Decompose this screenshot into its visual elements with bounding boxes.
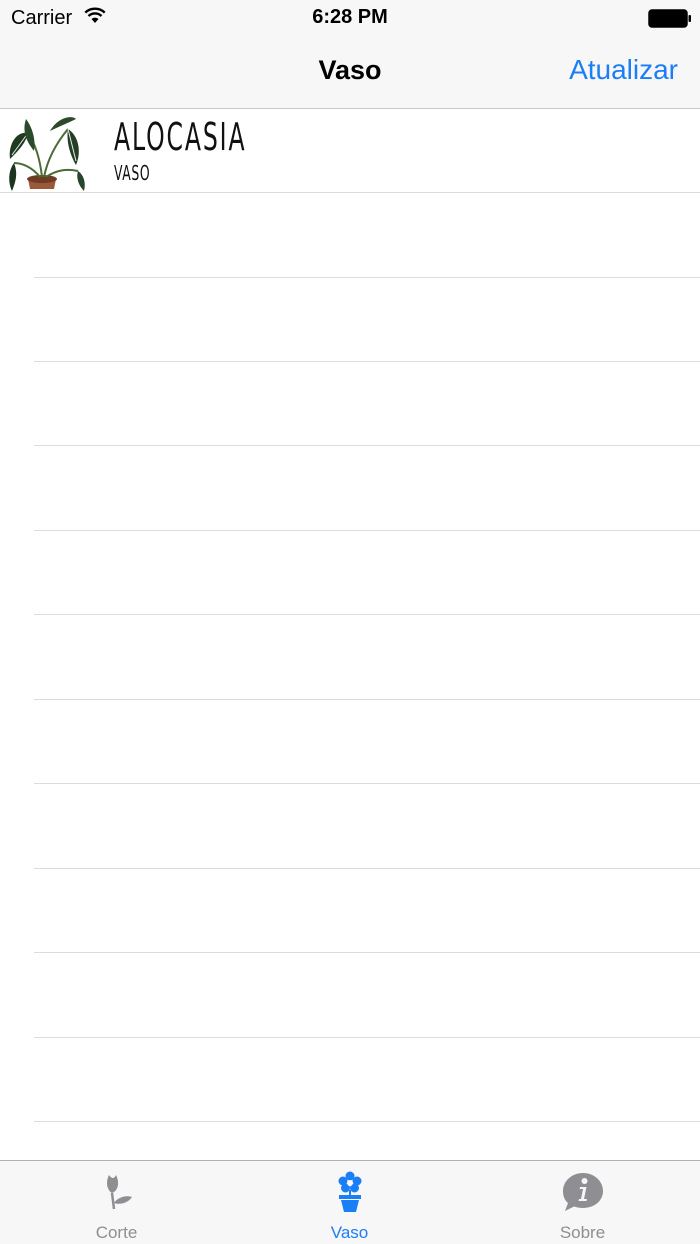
status-bar: Carrier 6:28 PM (0, 0, 700, 38)
tab-vaso[interactable]: Vaso (233, 1161, 466, 1244)
row-separator (34, 530, 700, 531)
info-bubble-icon (561, 1171, 605, 1218)
tab-bar: Corte Vaso Sobre (0, 1160, 700, 1244)
row-separator (34, 361, 700, 362)
row-separator (34, 614, 700, 615)
status-time: 6:28 PM (312, 6, 388, 28)
row-separator (34, 699, 700, 700)
tab-label-corte: Corte (95, 1223, 138, 1242)
plant-list[interactable]: ALOCASIA VASO (0, 109, 700, 1160)
refresh-button[interactable]: Atualizar (569, 54, 678, 86)
battery-icon (648, 9, 692, 34)
tab-label-vaso: Vaso (330, 1223, 369, 1242)
plant-thumbnail (6, 111, 86, 191)
list-item[interactable]: ALOCASIA VASO (0, 109, 700, 193)
row-separator (34, 868, 700, 869)
flower-bud-icon (100, 1171, 134, 1216)
tab-corte[interactable]: Corte (0, 1161, 233, 1244)
potted-flower-icon (336, 1171, 364, 1218)
row-separator (34, 445, 700, 446)
tab-sobre[interactable]: Sobre (466, 1161, 699, 1244)
tab-label-sobre: Sobre (559, 1223, 606, 1242)
navigation-bar: Vaso Atualizar (0, 38, 700, 109)
row-separator (34, 1121, 700, 1122)
plant-name: ALOCASIA (114, 115, 247, 159)
row-separator (34, 952, 700, 953)
row-separator (34, 783, 700, 784)
plant-category: VASO (114, 161, 151, 185)
row-separator (34, 1037, 700, 1038)
row-separator (34, 277, 700, 278)
